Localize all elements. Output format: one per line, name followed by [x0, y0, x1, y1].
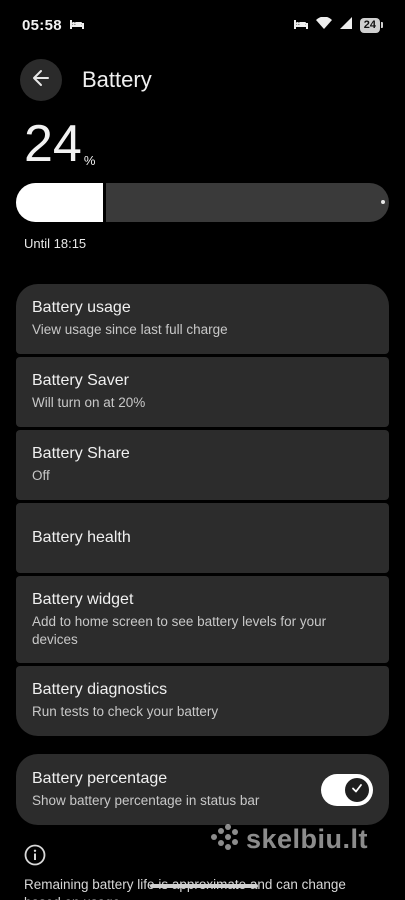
battery-percentage-toggle[interactable]	[321, 773, 373, 806]
back-button[interactable]	[20, 59, 62, 101]
battery-meter-dot	[381, 200, 385, 204]
battery-info-text: Remaining battery life is approximate an…	[24, 877, 346, 900]
watermark-text: skelbiu.lt	[246, 824, 369, 854]
header: Battery	[20, 59, 152, 101]
watermark-dots-icon	[210, 824, 240, 855]
battery-diagnostics-item[interactable]: Battery diagnostics Run tests to check y…	[16, 666, 389, 736]
page-title: Battery	[82, 67, 152, 92]
item-title: Battery health	[32, 529, 131, 546]
item-title: Battery widget	[32, 590, 134, 608]
status-battery-badge: 24	[359, 17, 380, 33]
battery-health-item[interactable]: Battery health	[16, 503, 389, 573]
battery-saver-item[interactable]: Battery Saver Will turn on at 20%	[16, 357, 389, 427]
wifi-icon	[315, 16, 332, 34]
watermark: skelbiu.lt	[210, 824, 368, 855]
check-icon	[351, 781, 363, 799]
battery-percentage-item[interactable]: Battery percentage Show battery percenta…	[16, 754, 389, 825]
item-subtitle: Will turn on at 20%	[32, 395, 146, 410]
toggle-knob	[345, 777, 369, 802]
battery-meter	[16, 183, 389, 222]
item-title: Battery percentage	[32, 769, 168, 787]
battery-nub	[381, 22, 383, 28]
battery-level-unit: %	[83, 153, 96, 168]
item-subtitle: View usage since last full charge	[32, 322, 228, 337]
bed-icon	[69, 16, 84, 34]
bed-icon-right	[293, 16, 308, 34]
signal-icon	[339, 16, 352, 34]
arrow-left-icon	[32, 69, 50, 92]
battery-settings-list: Battery usage View usage since last full…	[16, 284, 389, 739]
battery-until-text: Until 18:15	[24, 236, 87, 251]
battery-usage-item[interactable]: Battery usage View usage since last full…	[16, 284, 389, 354]
battery-level: 24 %	[24, 116, 95, 172]
status-time: 05:58	[22, 16, 62, 34]
item-subtitle: Show battery percentage in status bar	[32, 792, 260, 808]
item-title: Battery usage	[32, 299, 131, 316]
battery-level-value: 24	[24, 115, 82, 173]
home-indicator[interactable]	[150, 884, 258, 888]
item-subtitle: Off	[32, 468, 50, 483]
item-title: Battery diagnostics	[32, 681, 168, 698]
item-subtitle: Run tests to check your battery	[32, 704, 219, 719]
battery-meter-fill	[16, 183, 106, 222]
item-title: Battery Share	[32, 445, 130, 462]
battery-percentage-text: Battery percentage Show battery percenta…	[32, 770, 321, 810]
item-title: Battery Saver	[32, 372, 129, 389]
battery-share-item[interactable]: Battery Share Off	[16, 430, 389, 500]
battery-widget-item[interactable]: Battery widget Add to home screen to see…	[16, 576, 389, 663]
item-subtitle: Add to home screen to see battery levels…	[32, 613, 327, 647]
status-bar: 05:58 24	[0, 0, 405, 50]
info-icon	[24, 844, 46, 871]
